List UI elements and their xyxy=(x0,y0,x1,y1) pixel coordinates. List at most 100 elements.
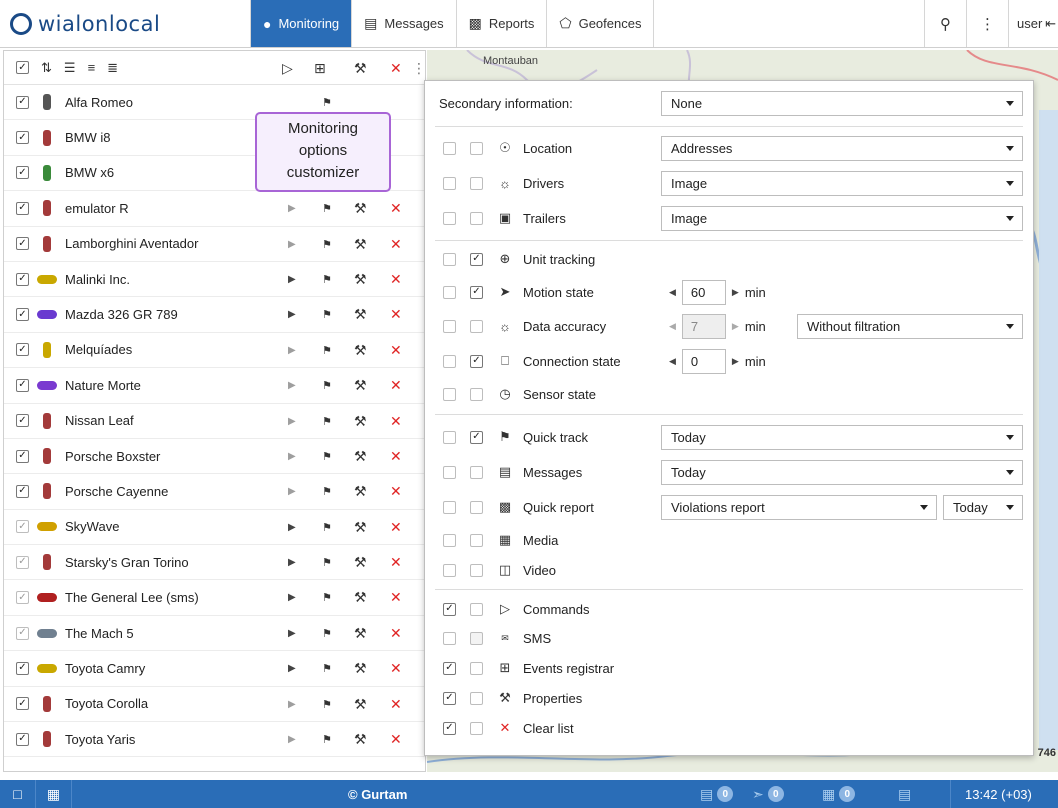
sort-az-icon[interactable]: ⇅ xyxy=(41,60,52,76)
remove-unit-icon[interactable]: ✕ xyxy=(390,580,402,615)
tab-monitoring[interactable]: ● Monitoring xyxy=(250,0,352,47)
events-registrar-checkbox-2[interactable] xyxy=(470,661,483,675)
quick-report-checkbox-1[interactable] xyxy=(443,500,456,514)
remove-unit-icon[interactable]: ✕ xyxy=(390,687,402,722)
flag-icon[interactable]: ⚑ xyxy=(322,227,332,262)
wrench-icon[interactable]: ⚒ xyxy=(354,333,367,368)
motion-state-value[interactable]: 60 xyxy=(681,280,726,305)
remove-unit-icon[interactable]: ✕ xyxy=(390,227,402,262)
data-accuracy-checkbox-1[interactable] xyxy=(443,319,456,333)
quick-track-select[interactable]: Today xyxy=(661,424,1023,450)
unit-row[interactable]: ✓ Malinki Inc. ▶ ⚑ ⚒ ✕ xyxy=(4,262,425,298)
quick-report-checkbox-2[interactable] xyxy=(470,500,483,514)
data-accuracy-select[interactable]: Without filtration xyxy=(797,313,1023,339)
connection-state-stepper[interactable]: ◀ 0 ▶ min xyxy=(669,349,766,374)
drivers-select[interactable]: Image xyxy=(661,170,1023,196)
wrench-icon[interactable]: ⚒ xyxy=(354,545,367,580)
play-track-icon[interactable]: ▶ xyxy=(288,404,296,439)
drivers-checkbox-1[interactable] xyxy=(443,176,456,190)
video-checkbox-1[interactable] xyxy=(443,563,456,577)
unit-checkbox[interactable]: ✓ xyxy=(16,308,29,322)
unit-checkbox[interactable]: ✓ xyxy=(16,449,29,463)
wrench-icon[interactable]: ⚒ xyxy=(354,262,367,297)
unit-checkbox[interactable]: ✓ xyxy=(16,95,29,109)
play-track-icon[interactable]: ▶ xyxy=(288,616,296,651)
unit-checkbox[interactable]: ✓ xyxy=(16,697,29,711)
decrement-icon[interactable]: ◀ xyxy=(669,356,676,367)
unit-row[interactable]: ✓ Porsche Cayenne ▶ ⚑ ⚒ ✕ xyxy=(4,474,425,510)
flag-icon[interactable]: ⚑ xyxy=(322,297,332,332)
unit-checkbox[interactable]: ✓ xyxy=(16,591,29,605)
unit-checkbox[interactable]: ✓ xyxy=(16,237,29,251)
flag-icon[interactable]: ⚑ xyxy=(322,510,332,545)
remove-unit-icon[interactable]: ✕ xyxy=(390,333,402,368)
remove-unit-icon[interactable]: ✕ xyxy=(390,722,402,757)
video-checkbox-2[interactable] xyxy=(470,563,483,577)
flag-icon[interactable]: ⚑ xyxy=(322,368,332,403)
increment-icon[interactable]: ▶ xyxy=(732,356,739,367)
apps-button[interactable]: ▦ xyxy=(36,780,72,808)
unit-row[interactable]: ✓ Toyota Corolla ▶ ⚑ ⚒ ✕ xyxy=(4,687,425,723)
flag-icon[interactable]: ⚑ xyxy=(322,404,332,439)
unit-checkbox[interactable]: ✓ xyxy=(16,272,29,286)
play-track-icon[interactable]: ▶ xyxy=(288,474,296,509)
unit-checkbox[interactable]: ✓ xyxy=(16,131,29,145)
unit-row[interactable]: ✓ The General Lee (sms) ▶ ⚑ ⚒ ✕ xyxy=(4,580,425,616)
location-checkbox-2[interactable] xyxy=(470,141,483,155)
sms-checkbox-2[interactable] xyxy=(470,631,483,645)
flag-icon[interactable]: ⚑ xyxy=(322,545,332,580)
sensor-state-checkbox-2[interactable] xyxy=(470,387,483,401)
unit-checkbox[interactable]: ✓ xyxy=(16,626,29,640)
events-registrar-checkbox-1[interactable]: ✓ xyxy=(443,661,456,675)
unit-tracking-checkbox-1[interactable] xyxy=(443,252,456,266)
play-track-icon[interactable]: ▶ xyxy=(288,510,296,545)
unit-checkbox[interactable]: ✓ xyxy=(16,201,29,215)
user-menu[interactable]: user ⇤ xyxy=(1008,0,1058,47)
play-track-icon[interactable]: ▶ xyxy=(288,651,296,686)
decrement-icon[interactable]: ◀ xyxy=(669,287,676,298)
wrench-icon[interactable]: ⚒ xyxy=(354,651,367,686)
unit-row[interactable]: ✓ Porsche Boxster ▶ ⚑ ⚒ ✕ xyxy=(4,439,425,475)
remove-unit-icon[interactable]: ✕ xyxy=(390,545,402,580)
unit-checkbox[interactable]: ✓ xyxy=(16,378,29,392)
properties-checkbox-1[interactable]: ✓ xyxy=(443,691,456,705)
remove-unit-icon[interactable]: ✕ xyxy=(390,262,402,297)
unit-checkbox[interactable]: ✓ xyxy=(16,520,29,534)
unit-checkbox[interactable]: ✓ xyxy=(16,555,29,569)
data-accuracy-checkbox-2[interactable] xyxy=(470,319,483,333)
flag-icon[interactable]: ⚑ xyxy=(322,333,332,368)
flag-icon[interactable]: ⚑ xyxy=(322,439,332,474)
filter-icon[interactable]: ≡ xyxy=(88,60,96,75)
flag-icon[interactable]: ⚑ xyxy=(322,580,332,615)
motion-state-checkbox-2[interactable]: ✓ xyxy=(470,285,483,299)
tab-messages[interactable]: ▤ Messages xyxy=(351,0,455,47)
clear-list-column-icon[interactable]: ✕ xyxy=(390,51,402,85)
toggle-panel-button[interactable]: □ xyxy=(0,780,36,808)
unit-checkbox[interactable]: ✓ xyxy=(16,732,29,746)
remove-unit-icon[interactable]: ✕ xyxy=(390,297,402,332)
messages-counter[interactable]: ▤ 0 xyxy=(700,780,734,808)
wrench-icon[interactable]: ⚒ xyxy=(354,580,367,615)
more-menu-button[interactable]: ⋮ xyxy=(966,0,1008,47)
unit-checkbox[interactable]: ✓ xyxy=(16,166,29,180)
play-track-icon[interactable]: ▶ xyxy=(288,333,296,368)
wrench-icon[interactable]: ⚒ xyxy=(354,368,367,403)
remove-unit-icon[interactable]: ✕ xyxy=(390,651,402,686)
unit-checkbox[interactable]: ✓ xyxy=(16,343,29,357)
connection-state-value[interactable]: 0 xyxy=(681,349,726,374)
search-button[interactable]: ⚲ xyxy=(924,0,966,47)
motion-state-checkbox-1[interactable] xyxy=(443,285,456,299)
remove-unit-icon[interactable]: ✕ xyxy=(390,191,402,226)
quick-track-checkbox-1[interactable] xyxy=(443,430,456,444)
data-accuracy-value[interactable]: 7 xyxy=(681,314,726,339)
media-counter[interactable]: ▦ 0 xyxy=(822,780,856,808)
trailers-checkbox-2[interactable] xyxy=(470,211,483,225)
unit-row[interactable]: ✓ Melquíades ▶ ⚑ ⚒ ✕ xyxy=(4,333,425,369)
data-accuracy-stepper[interactable]: ◀ 7 ▶ min xyxy=(669,314,766,339)
unit-checkbox[interactable]: ✓ xyxy=(16,414,29,428)
remove-unit-icon[interactable]: ✕ xyxy=(390,404,402,439)
location-select[interactable]: Addresses xyxy=(661,135,1023,161)
messages-checkbox-2[interactable] xyxy=(470,465,483,479)
sensor-state-checkbox-1[interactable] xyxy=(443,387,456,401)
sms-checkbox-1[interactable] xyxy=(443,631,456,645)
